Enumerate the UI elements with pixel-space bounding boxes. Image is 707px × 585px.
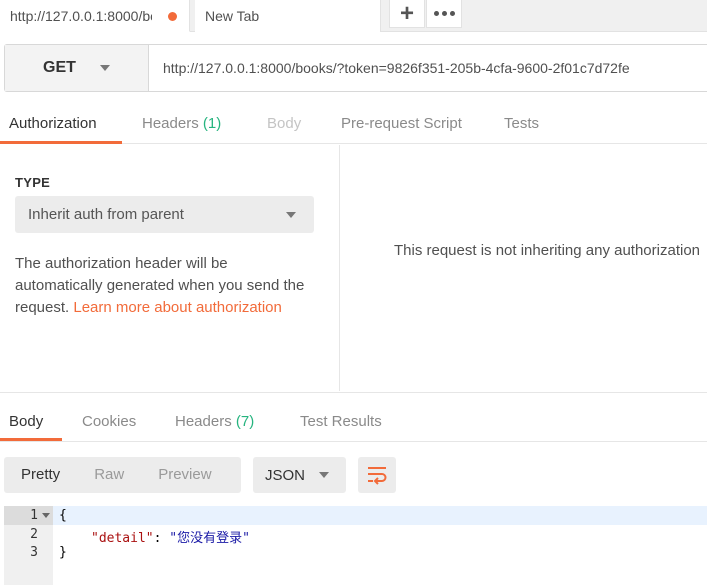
- new-tab-button[interactable]: +: [389, 0, 425, 28]
- auth-description: The authorization header will be automat…: [15, 253, 315, 319]
- line-number: 1: [30, 508, 38, 523]
- auth-type-value: Inherit auth from parent: [28, 206, 184, 223]
- raw-button[interactable]: Raw: [77, 457, 141, 493]
- request-tab-new[interactable]: New Tab: [195, 0, 381, 32]
- active-response-tab-indicator: [0, 438, 62, 441]
- code-line: {: [59, 508, 67, 523]
- chevron-down-icon: [286, 212, 296, 218]
- active-tab-indicator: [0, 141, 122, 144]
- fold-chevron-icon[interactable]: [42, 513, 50, 518]
- tab-authorization[interactable]: Authorization: [9, 104, 97, 144]
- more-dots-icon: [433, 11, 455, 16]
- new-tab-title: New Tab: [205, 8, 260, 24]
- auth-type-panel: TYPE Inherit auth from parent The author…: [0, 145, 340, 391]
- not-inheriting-message: This request is not inheriting any autho…: [394, 242, 701, 259]
- tab-headers-count: (1): [202, 115, 222, 132]
- code-line: }: [59, 545, 67, 560]
- tab-test-results[interactable]: Test Results: [300, 393, 382, 441]
- auth-type-select[interactable]: Inherit auth from parent: [15, 196, 314, 233]
- code-line: "detail": "您没有登录": [91, 527, 250, 546]
- tab-headers[interactable]: Headers (1): [142, 104, 221, 144]
- tab-body[interactable]: Body: [267, 104, 301, 144]
- wrap-lines-button[interactable]: [358, 457, 396, 493]
- url-input[interactable]: http://127.0.0.1:8000/books/?token=9826f…: [149, 45, 707, 91]
- chevron-down-icon: [99, 65, 110, 71]
- request-tab-active[interactable]: http://127.0.0.1:8000/books/?token=9826f…: [0, 0, 190, 32]
- line-number: 3: [30, 545, 38, 560]
- wrap-lines-icon: [368, 467, 387, 485]
- tab-tests[interactable]: Tests: [504, 104, 539, 144]
- json-key: "detail": [91, 531, 154, 546]
- url-bar: GET http://127.0.0.1:8000/books/?token=9…: [4, 44, 707, 92]
- request-tab-title: http://127.0.0.1:8000/books/?token=9826f…: [10, 7, 152, 24]
- pretty-button[interactable]: Pretty: [4, 457, 77, 493]
- response-editor[interactable]: 1 2 3 { "detail": "您没有登录" }: [4, 506, 707, 585]
- plus-icon: +: [399, 0, 414, 27]
- json-colon: :: [153, 531, 170, 546]
- chevron-down-icon: [319, 472, 329, 478]
- response-tabs: Body Cookies Headers (7) Test Results: [0, 392, 707, 442]
- tab-strip: http://127.0.0.1:8000/books/?token=9826f…: [0, 0, 707, 32]
- preview-button[interactable]: Preview: [141, 457, 228, 493]
- tab-response-headers-count: (7): [235, 413, 255, 430]
- request-tabs: Authorization Headers (1) Body Pre-reque…: [0, 104, 707, 144]
- tab-pre-request-script[interactable]: Pre-request Script: [341, 104, 462, 144]
- tab-cookies[interactable]: Cookies: [82, 393, 136, 441]
- method-value: GET: [43, 59, 76, 76]
- method-select[interactable]: GET: [5, 45, 149, 91]
- more-tabs-button[interactable]: [426, 0, 462, 28]
- tab-response-body[interactable]: Body: [9, 393, 43, 441]
- auth-type-label: TYPE: [15, 175, 51, 190]
- tab-headers-label: Headers: [142, 115, 199, 132]
- format-select[interactable]: JSON: [253, 457, 346, 493]
- json-value: "您没有登录": [169, 531, 250, 546]
- active-line-highlight: [53, 506, 707, 525]
- format-value: JSON: [265, 466, 306, 484]
- line-number: 2: [30, 527, 38, 542]
- unsaved-dot-icon: [168, 12, 177, 21]
- auth-details-panel: This request is not inheriting any autho…: [341, 145, 707, 391]
- tab-response-headers[interactable]: Headers (7): [175, 393, 254, 441]
- response-view-group: Pretty Raw Preview: [4, 457, 241, 493]
- tab-response-headers-label: Headers: [175, 413, 232, 430]
- learn-more-link[interactable]: Learn more about authorization: [73, 299, 281, 316]
